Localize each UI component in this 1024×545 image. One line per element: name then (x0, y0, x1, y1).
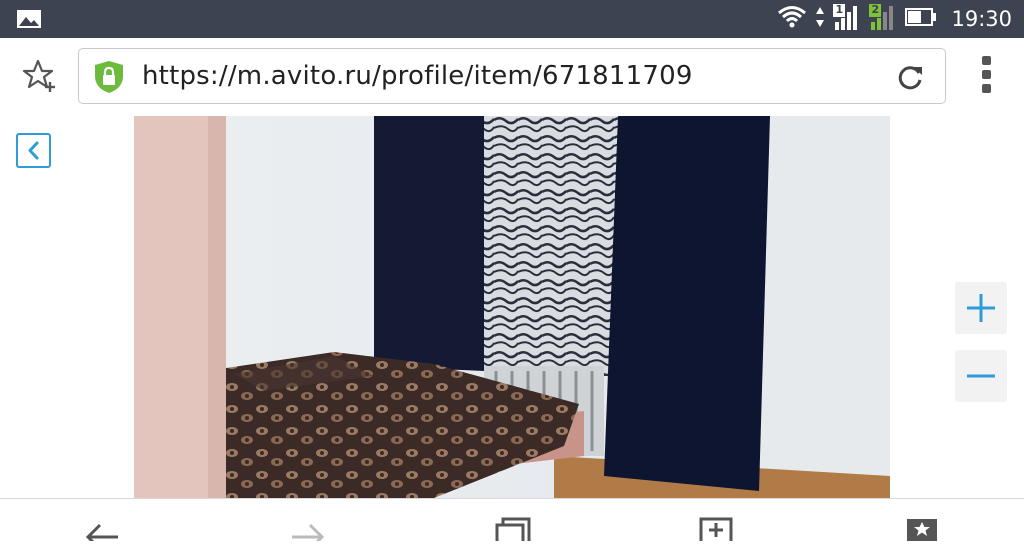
chevron-left-icon[interactable] (16, 133, 51, 168)
forward-arrow-icon[interactable] (288, 513, 328, 545)
more-vertical-icon[interactable] (979, 56, 993, 96)
back-arrow-icon[interactable] (82, 513, 122, 545)
signal-sim2-icon: 2 (869, 3, 897, 34)
image-icon (16, 9, 42, 33)
save-page-icon[interactable] (698, 513, 738, 545)
star-plus-icon[interactable] (22, 58, 58, 94)
signal-sim1-icon: 1 (833, 3, 861, 34)
data-arrows-icon (815, 5, 825, 33)
url-text[interactable]: https://m.avito.ru/profile/item/67181170… (142, 61, 693, 91)
address-bar[interactable]: https://m.avito.ru/profile/item/67181170… (78, 48, 946, 104)
minus-icon (967, 374, 995, 378)
bookmarks-icon[interactable] (904, 513, 944, 545)
wifi-icon (777, 5, 807, 33)
sim1-label: 1 (835, 3, 844, 16)
sim2-label: 2 (871, 3, 880, 16)
zoom-out-button[interactable] (955, 350, 1007, 402)
page-content (0, 116, 1024, 498)
reload-icon[interactable] (895, 63, 925, 93)
lock-shield-icon[interactable] (93, 60, 125, 94)
zoom-in-button[interactable] (955, 282, 1007, 334)
status-bar: 1 2 19:30 (0, 0, 1024, 38)
bottom-nav (0, 498, 1024, 545)
clock: 19:30 (951, 7, 1012, 31)
browser-toolbar: https://m.avito.ru/profile/item/67181170… (0, 38, 1024, 116)
plus-icon (967, 294, 995, 322)
bedroom-photo[interactable] (134, 116, 890, 498)
battery-icon (905, 7, 937, 31)
tabs-icon[interactable] (495, 513, 535, 545)
